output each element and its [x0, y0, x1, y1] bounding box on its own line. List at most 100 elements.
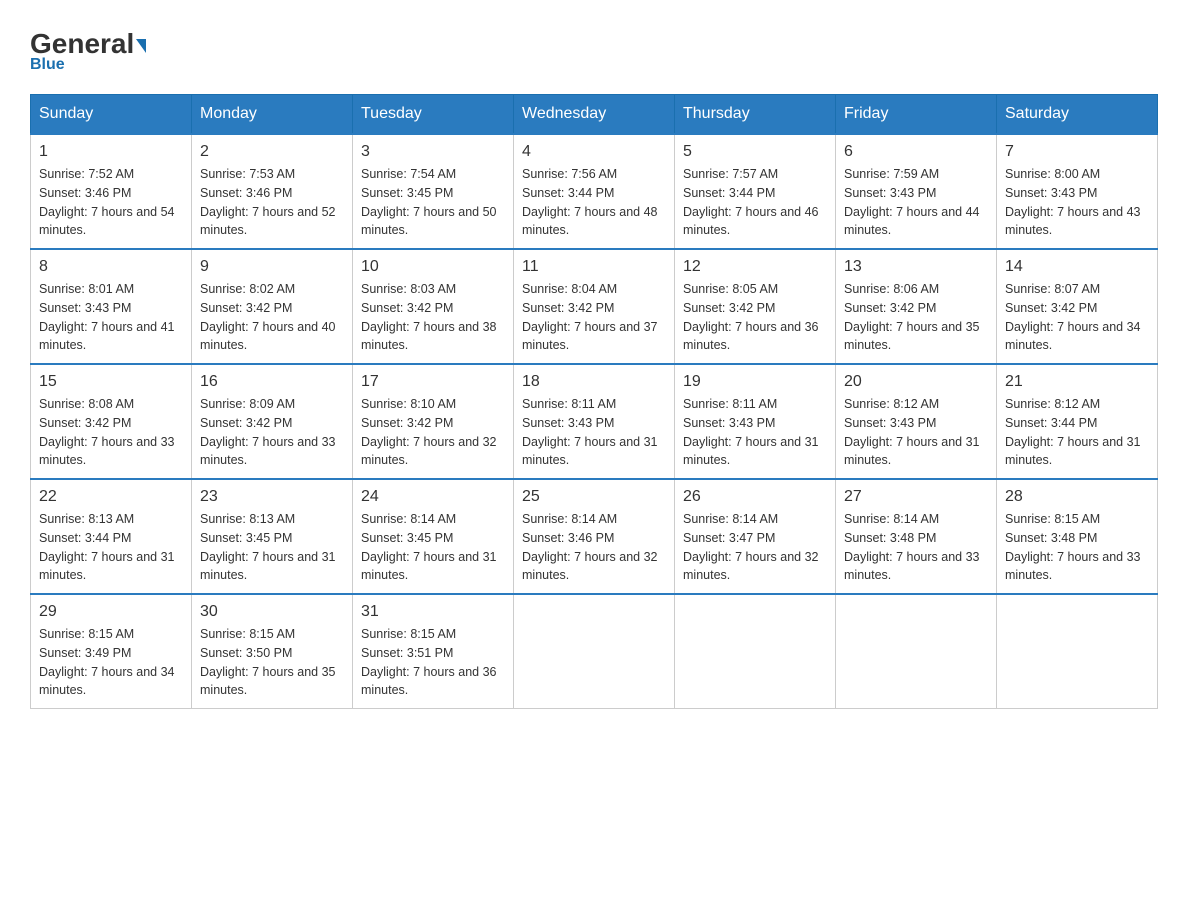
day-number: 19	[683, 373, 827, 391]
calendar-cell: 27 Sunrise: 8:14 AMSunset: 3:48 PMDaylig…	[836, 479, 997, 594]
calendar-cell: 25 Sunrise: 8:14 AMSunset: 3:46 PMDaylig…	[514, 479, 675, 594]
day-info: Sunrise: 7:57 AMSunset: 3:44 PMDaylight:…	[683, 167, 819, 237]
calendar-week-row: 29 Sunrise: 8:15 AMSunset: 3:49 PMDaylig…	[31, 594, 1158, 709]
day-info: Sunrise: 8:05 AMSunset: 3:42 PMDaylight:…	[683, 282, 819, 352]
day-info: Sunrise: 7:59 AMSunset: 3:43 PMDaylight:…	[844, 167, 980, 237]
day-info: Sunrise: 8:01 AMSunset: 3:43 PMDaylight:…	[39, 282, 175, 352]
calendar-cell: 11 Sunrise: 8:04 AMSunset: 3:42 PMDaylig…	[514, 249, 675, 364]
day-number: 5	[683, 143, 827, 161]
calendar-cell	[514, 594, 675, 709]
day-number: 8	[39, 258, 183, 276]
day-number: 25	[522, 488, 666, 506]
day-info: Sunrise: 8:11 AMSunset: 3:43 PMDaylight:…	[522, 397, 658, 467]
logo-blue-text: Blue	[30, 56, 65, 74]
day-info: Sunrise: 8:08 AMSunset: 3:42 PMDaylight:…	[39, 397, 175, 467]
day-info: Sunrise: 8:10 AMSunset: 3:42 PMDaylight:…	[361, 397, 497, 467]
calendar-week-row: 8 Sunrise: 8:01 AMSunset: 3:43 PMDayligh…	[31, 249, 1158, 364]
day-number: 17	[361, 373, 505, 391]
calendar-table: SundayMondayTuesdayWednesdayThursdayFrid…	[30, 94, 1158, 709]
calendar-cell: 21 Sunrise: 8:12 AMSunset: 3:44 PMDaylig…	[997, 364, 1158, 479]
calendar-cell: 17 Sunrise: 8:10 AMSunset: 3:42 PMDaylig…	[353, 364, 514, 479]
day-info: Sunrise: 8:15 AMSunset: 3:51 PMDaylight:…	[361, 627, 497, 697]
calendar-cell	[997, 594, 1158, 709]
calendar-cell: 26 Sunrise: 8:14 AMSunset: 3:47 PMDaylig…	[675, 479, 836, 594]
calendar-cell: 20 Sunrise: 8:12 AMSunset: 3:43 PMDaylig…	[836, 364, 997, 479]
calendar-cell: 1 Sunrise: 7:52 AMSunset: 3:46 PMDayligh…	[31, 134, 192, 249]
day-number: 1	[39, 143, 183, 161]
day-info: Sunrise: 7:53 AMSunset: 3:46 PMDaylight:…	[200, 167, 336, 237]
day-number: 21	[1005, 373, 1149, 391]
day-number: 2	[200, 143, 344, 161]
day-number: 26	[683, 488, 827, 506]
calendar-cell: 28 Sunrise: 8:15 AMSunset: 3:48 PMDaylig…	[997, 479, 1158, 594]
day-number: 12	[683, 258, 827, 276]
day-info: Sunrise: 8:12 AMSunset: 3:44 PMDaylight:…	[1005, 397, 1141, 467]
day-info: Sunrise: 8:03 AMSunset: 3:42 PMDaylight:…	[361, 282, 497, 352]
logo-triangle-icon	[136, 39, 146, 53]
calendar-cell: 3 Sunrise: 7:54 AMSunset: 3:45 PMDayligh…	[353, 134, 514, 249]
day-info: Sunrise: 7:52 AMSunset: 3:46 PMDaylight:…	[39, 167, 175, 237]
day-info: Sunrise: 8:02 AMSunset: 3:42 PMDaylight:…	[200, 282, 336, 352]
calendar-header-row: SundayMondayTuesdayWednesdayThursdayFrid…	[31, 95, 1158, 135]
calendar-cell: 14 Sunrise: 8:07 AMSunset: 3:42 PMDaylig…	[997, 249, 1158, 364]
column-header-wednesday: Wednesday	[514, 95, 675, 135]
day-info: Sunrise: 8:15 AMSunset: 3:49 PMDaylight:…	[39, 627, 175, 697]
calendar-cell: 4 Sunrise: 7:56 AMSunset: 3:44 PMDayligh…	[514, 134, 675, 249]
day-info: Sunrise: 8:04 AMSunset: 3:42 PMDaylight:…	[522, 282, 658, 352]
page-header: General Blue	[30, 30, 1158, 74]
day-info: Sunrise: 8:09 AMSunset: 3:42 PMDaylight:…	[200, 397, 336, 467]
calendar-cell: 2 Sunrise: 7:53 AMSunset: 3:46 PMDayligh…	[192, 134, 353, 249]
day-info: Sunrise: 8:06 AMSunset: 3:42 PMDaylight:…	[844, 282, 980, 352]
calendar-cell: 15 Sunrise: 8:08 AMSunset: 3:42 PMDaylig…	[31, 364, 192, 479]
day-number: 31	[361, 603, 505, 621]
calendar-cell: 7 Sunrise: 8:00 AMSunset: 3:43 PMDayligh…	[997, 134, 1158, 249]
day-number: 28	[1005, 488, 1149, 506]
day-info: Sunrise: 8:13 AMSunset: 3:44 PMDaylight:…	[39, 512, 175, 582]
calendar-week-row: 22 Sunrise: 8:13 AMSunset: 3:44 PMDaylig…	[31, 479, 1158, 594]
day-number: 4	[522, 143, 666, 161]
calendar-cell: 22 Sunrise: 8:13 AMSunset: 3:44 PMDaylig…	[31, 479, 192, 594]
calendar-cell: 13 Sunrise: 8:06 AMSunset: 3:42 PMDaylig…	[836, 249, 997, 364]
calendar-cell: 10 Sunrise: 8:03 AMSunset: 3:42 PMDaylig…	[353, 249, 514, 364]
day-number: 13	[844, 258, 988, 276]
day-info: Sunrise: 8:13 AMSunset: 3:45 PMDaylight:…	[200, 512, 336, 582]
column-header-friday: Friday	[836, 95, 997, 135]
day-info: Sunrise: 7:56 AMSunset: 3:44 PMDaylight:…	[522, 167, 658, 237]
day-number: 22	[39, 488, 183, 506]
day-number: 6	[844, 143, 988, 161]
column-header-monday: Monday	[192, 95, 353, 135]
day-info: Sunrise: 8:14 AMSunset: 3:47 PMDaylight:…	[683, 512, 819, 582]
day-info: Sunrise: 8:11 AMSunset: 3:43 PMDaylight:…	[683, 397, 819, 467]
calendar-week-row: 1 Sunrise: 7:52 AMSunset: 3:46 PMDayligh…	[31, 134, 1158, 249]
calendar-cell: 23 Sunrise: 8:13 AMSunset: 3:45 PMDaylig…	[192, 479, 353, 594]
day-number: 7	[1005, 143, 1149, 161]
logo-text: General	[30, 30, 146, 58]
day-number: 14	[1005, 258, 1149, 276]
day-info: Sunrise: 8:12 AMSunset: 3:43 PMDaylight:…	[844, 397, 980, 467]
calendar-cell: 24 Sunrise: 8:14 AMSunset: 3:45 PMDaylig…	[353, 479, 514, 594]
day-number: 27	[844, 488, 988, 506]
calendar-cell: 19 Sunrise: 8:11 AMSunset: 3:43 PMDaylig…	[675, 364, 836, 479]
calendar-cell: 5 Sunrise: 7:57 AMSunset: 3:44 PMDayligh…	[675, 134, 836, 249]
day-info: Sunrise: 8:15 AMSunset: 3:50 PMDaylight:…	[200, 627, 336, 697]
day-number: 30	[200, 603, 344, 621]
day-number: 10	[361, 258, 505, 276]
day-info: Sunrise: 8:14 AMSunset: 3:48 PMDaylight:…	[844, 512, 980, 582]
logo: General Blue	[30, 30, 146, 74]
day-info: Sunrise: 8:07 AMSunset: 3:42 PMDaylight:…	[1005, 282, 1141, 352]
day-number: 24	[361, 488, 505, 506]
calendar-cell: 6 Sunrise: 7:59 AMSunset: 3:43 PMDayligh…	[836, 134, 997, 249]
calendar-cell: 8 Sunrise: 8:01 AMSunset: 3:43 PMDayligh…	[31, 249, 192, 364]
calendar-cell: 18 Sunrise: 8:11 AMSunset: 3:43 PMDaylig…	[514, 364, 675, 479]
day-info: Sunrise: 8:15 AMSunset: 3:48 PMDaylight:…	[1005, 512, 1141, 582]
day-number: 15	[39, 373, 183, 391]
day-info: Sunrise: 8:14 AMSunset: 3:46 PMDaylight:…	[522, 512, 658, 582]
day-number: 3	[361, 143, 505, 161]
calendar-cell: 29 Sunrise: 8:15 AMSunset: 3:49 PMDaylig…	[31, 594, 192, 709]
column-header-saturday: Saturday	[997, 95, 1158, 135]
column-header-tuesday: Tuesday	[353, 95, 514, 135]
column-header-sunday: Sunday	[31, 95, 192, 135]
calendar-cell: 30 Sunrise: 8:15 AMSunset: 3:50 PMDaylig…	[192, 594, 353, 709]
calendar-cell: 16 Sunrise: 8:09 AMSunset: 3:42 PMDaylig…	[192, 364, 353, 479]
calendar-cell: 9 Sunrise: 8:02 AMSunset: 3:42 PMDayligh…	[192, 249, 353, 364]
